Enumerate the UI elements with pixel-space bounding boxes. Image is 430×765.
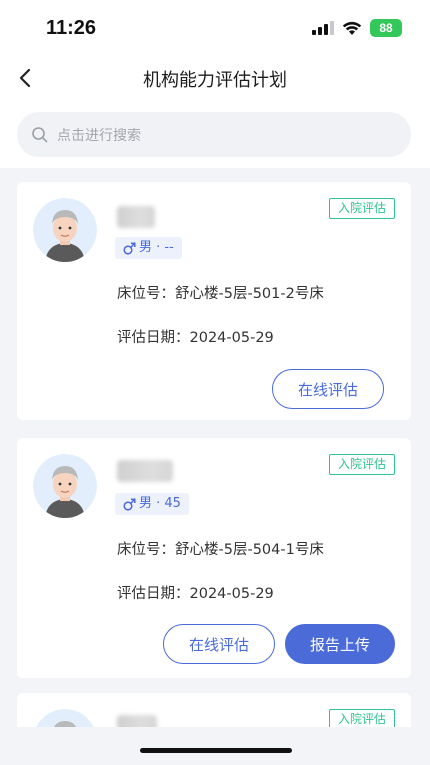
assessment-date: 评估日期：2024-05-29 <box>117 582 274 603</box>
online-assessment-button[interactable]: 在线评估 <box>272 369 384 409</box>
gender-age-text: 男 · 45 <box>139 496 181 511</box>
bed-value: 舒心楼-5层-501-2号床 <box>175 286 324 302</box>
male-icon <box>123 241 136 255</box>
avatar <box>33 454 97 518</box>
battery-icon: 88 <box>370 19 402 37</box>
wifi-icon <box>342 21 362 35</box>
avatar <box>33 198 97 262</box>
search-placeholder: 点击进行搜索 <box>57 127 141 144</box>
nav-bar: 机构能力评估计划 <box>0 56 430 100</box>
bed-label: 床位号： <box>117 542 175 558</box>
status-bar: 11:26 88 <box>0 0 430 56</box>
assessment-type-tag: 入院评估 <box>328 454 395 475</box>
home-indicator <box>140 748 292 753</box>
bed-value: 舒心楼-5层-504-1号床 <box>175 542 324 558</box>
bed-number: 床位号：舒心楼-5层-504-1号床 <box>117 538 324 559</box>
gender-age-text: 男 · -- <box>139 240 174 255</box>
gender-age-chip: 男 · 45 <box>115 493 189 515</box>
assessment-card[interactable]: 男 · -- 入院评估 床位号：舒心楼-5层-501-2号床 评估日期：2024… <box>17 182 411 420</box>
bottom-safe-area <box>0 727 430 765</box>
assessment-card[interactable]: 男 · 45 入院评估 床位号：舒心楼-5层-504-1号床 评估日期：2024… <box>17 438 411 678</box>
male-icon <box>123 497 136 511</box>
patient-name-redacted <box>117 206 155 228</box>
status-icons: 88 <box>312 19 402 37</box>
assessment-date: 评估日期：2024-05-29 <box>117 326 274 347</box>
date-label: 评估日期： <box>117 330 190 346</box>
page-title: 机构能力评估计划 <box>143 70 287 91</box>
status-time: 11:26 <box>46 17 97 39</box>
online-assessment-button[interactable]: 在线评估 <box>163 624 275 664</box>
assessment-type-tag: 入院评估 <box>328 198 395 219</box>
date-label: 评估日期： <box>117 586 190 602</box>
search-icon <box>32 126 48 142</box>
search-input[interactable]: 点击进行搜索 <box>17 112 411 157</box>
patient-name-redacted <box>117 460 173 482</box>
date-value: 2024-05-29 <box>189 586 274 602</box>
gender-age-chip: 男 · -- <box>115 237 182 259</box>
search-section: 点击进行搜索 <box>0 100 430 168</box>
bed-label: 床位号： <box>117 286 175 302</box>
report-upload-button[interactable]: 报告上传 <box>285 624 395 664</box>
bed-number: 床位号：舒心楼-5层-501-2号床 <box>117 282 324 303</box>
date-value: 2024-05-29 <box>189 330 274 346</box>
signal-icon <box>312 21 334 35</box>
